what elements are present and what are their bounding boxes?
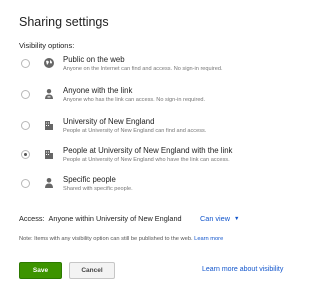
option-public-on-web[interactable]: Public on the web Anyone on the Internet… xyxy=(18,54,288,80)
option-university[interactable]: University of New England People at Univ… xyxy=(18,116,288,142)
building-icon xyxy=(45,150,53,159)
option-title: University of New England xyxy=(63,117,155,126)
option-description: People at University of New England can … xyxy=(63,128,207,134)
option-university-with-link[interactable]: People at University of New England with… xyxy=(18,145,288,171)
visibility-note: Note: Items with any visibility option c… xyxy=(19,236,223,242)
option-title: Specific people xyxy=(63,175,116,184)
note-learn-more-link[interactable]: Learn more xyxy=(194,236,223,242)
option-title: Public on the web xyxy=(63,55,125,64)
note-text: Note: Items with any visibility option c… xyxy=(19,236,193,242)
visibility-options-label: Visibility options: xyxy=(19,41,75,50)
save-button[interactable]: Save xyxy=(19,262,62,279)
dialog-title: Sharing settings xyxy=(19,15,109,29)
option-anyone-with-link[interactable]: Anyone with the link Anyone who has the … xyxy=(18,85,288,111)
building-icon xyxy=(45,121,53,130)
option-title: People at University of New England with… xyxy=(63,146,233,155)
permission-dropdown[interactable]: Can view ▼ xyxy=(200,214,239,223)
access-label: Access: xyxy=(19,214,45,223)
radio-anyone-with-link[interactable] xyxy=(21,90,30,99)
access-summary: Access: Anyone within University of New E… xyxy=(19,214,182,223)
globe-icon xyxy=(44,58,54,68)
chevron-down-icon: ▼ xyxy=(234,216,240,222)
cancel-button[interactable]: Cancel xyxy=(69,262,115,279)
radio-university[interactable] xyxy=(21,121,30,130)
option-specific-people[interactable]: Specific people Shared with specific peo… xyxy=(18,174,288,200)
access-value: Anyone within University of New England xyxy=(48,214,182,223)
radio-specific-people[interactable] xyxy=(21,179,30,188)
radio-public-on-web[interactable] xyxy=(21,59,30,68)
option-description: Anyone on the Internet can find and acce… xyxy=(63,66,223,72)
learn-more-visibility-link[interactable]: Learn more about visibility xyxy=(202,266,283,273)
link-person-icon xyxy=(45,89,53,99)
radio-university-with-link[interactable] xyxy=(21,150,30,159)
sharing-settings-dialog: Sharing settings Visibility options: Pub… xyxy=(0,0,300,300)
option-description: Anyone who has the link can access. No s… xyxy=(63,97,206,103)
permission-label: Can view xyxy=(200,214,231,223)
option-description: Shared with specific people. xyxy=(63,186,133,192)
person-icon xyxy=(45,178,53,188)
option-title: Anyone with the link xyxy=(63,86,133,95)
option-description: People at University of New England who … xyxy=(63,157,230,163)
